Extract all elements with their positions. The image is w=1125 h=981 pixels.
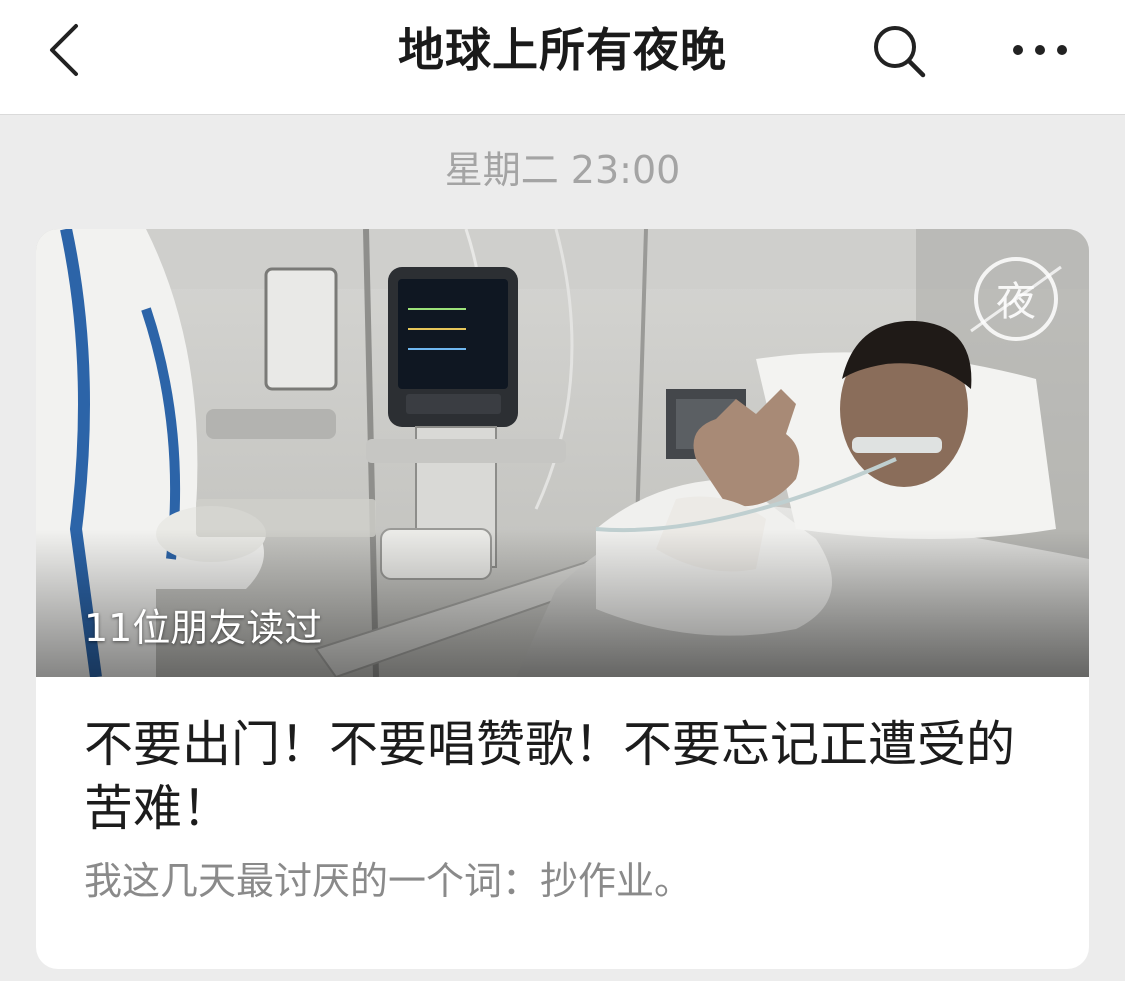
friends-read-count: 11位朋友读过 [84,606,323,650]
more-button[interactable] [1010,30,1070,70]
search-icon [874,26,926,78]
article-title: 不要出门！不要唱赞歌！不要忘记正遭受的苦难！ [84,716,1016,837]
more-horizontal-icon [1013,45,1067,55]
account-title: 地球上所有夜晚 [398,23,727,77]
article-card[interactable]: 夜 11位朋友读过 不要出门！不要唱赞歌！不要忘记正遭受的苦难！ 我这几天最讨厌… [36,229,1089,969]
cover-watermark-text: 夜 [996,279,1036,325]
article-cover-image: 夜 11位朋友读过 [36,229,1089,677]
navigation-bar: 地球上所有夜晚 [0,0,1125,115]
message-timestamp: 星期二 23:00 [444,148,681,192]
article-digest: 我这几天最讨厌的一个词：抄作业。 [84,859,693,903]
search-button[interactable] [870,22,928,80]
